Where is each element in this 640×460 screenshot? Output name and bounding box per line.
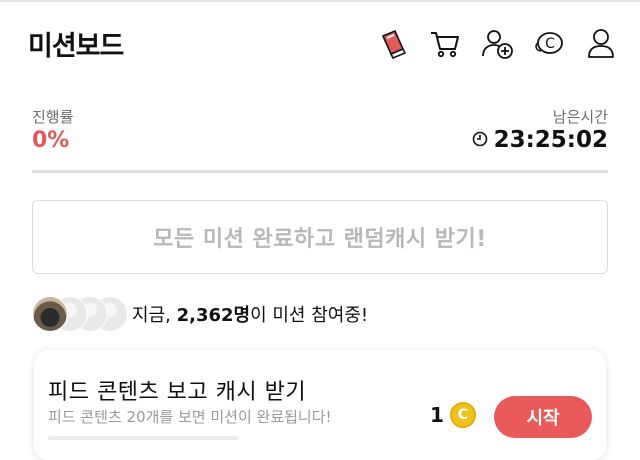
progress-label: 진행률 bbox=[32, 108, 74, 126]
participants-row: 지금, 2,362명이 미션 참여중! bbox=[32, 296, 368, 332]
cash-coin-icon[interactable]: C bbox=[530, 24, 568, 62]
header: 미션보드 C bbox=[0, 0, 640, 90]
participants-prefix: 지금, bbox=[132, 305, 177, 326]
participants-suffix: 이 미션 참여중! bbox=[250, 305, 369, 326]
svg-text:C: C bbox=[545, 36, 555, 52]
reward-count: 1 bbox=[430, 403, 444, 427]
remaining-time-label: 남은시간 bbox=[552, 108, 608, 126]
start-button[interactable]: 시작 bbox=[494, 396, 592, 438]
participants-count: 2,362명 bbox=[176, 305, 251, 326]
progress-bar bbox=[32, 170, 608, 173]
mission-reward: 1 C bbox=[430, 402, 476, 428]
coin-symbol: C bbox=[457, 407, 469, 423]
mission-icon[interactable] bbox=[374, 24, 412, 62]
mission-title: 피드 콘텐츠 보고 캐시 받기 bbox=[48, 380, 307, 405]
remaining-time-value: 23:25:02 bbox=[493, 127, 608, 153]
page-title: 미션보드 bbox=[28, 31, 124, 62]
mission-description: 피드 콘텐츠 20개를 보면 미션이 완료됩니다! bbox=[48, 408, 332, 426]
mission-card: 피드 콘텐츠 보고 캐시 받기 피드 콘텐츠 20개를 보면 미션이 완료됩니다… bbox=[34, 350, 606, 460]
random-cash-reward-button[interactable]: 모든 미션 완료하고 랜덤캐시 받기! bbox=[32, 200, 608, 274]
coin-icon: C bbox=[449, 402, 476, 428]
remaining-time: 23:25:02 bbox=[472, 127, 608, 153]
avatar bbox=[32, 296, 68, 332]
participants-text: 지금, 2,362명이 미션 참여중! bbox=[132, 301, 368, 327]
header-icons: C bbox=[374, 24, 620, 62]
participant-avatars bbox=[32, 296, 128, 332]
add-friend-icon[interactable] bbox=[478, 24, 516, 62]
cart-icon[interactable] bbox=[426, 24, 464, 62]
clock-icon bbox=[472, 127, 488, 153]
profile-icon[interactable] bbox=[582, 24, 620, 62]
progress-value: 0% bbox=[32, 128, 70, 153]
mission-progress-hint bbox=[48, 436, 238, 440]
